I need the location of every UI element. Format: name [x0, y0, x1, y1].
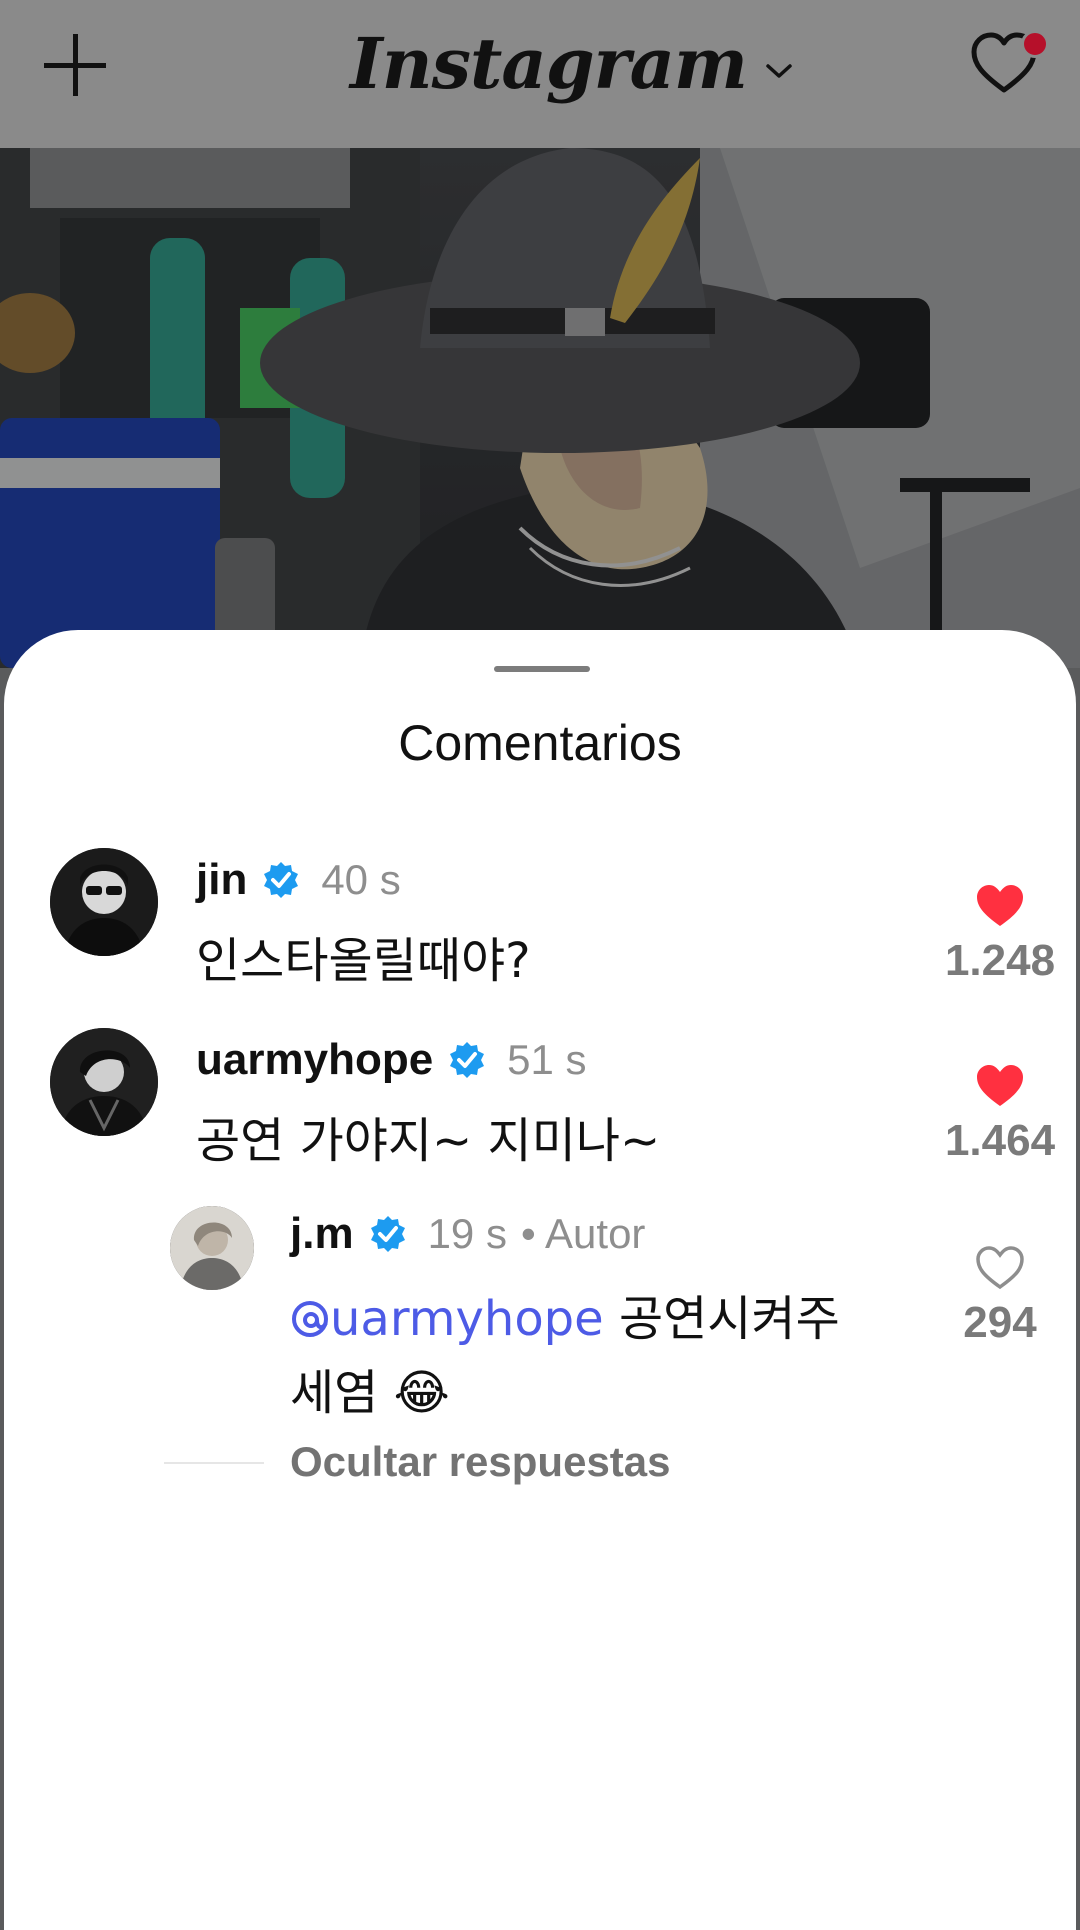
brand-switcher[interactable]: Instagram [350, 8, 793, 118]
chevron-down-icon [766, 64, 792, 78]
comment-header: jin 40 s [196, 848, 401, 912]
reply-header: j.m 19 s • Autor [290, 1202, 645, 1266]
comment-text: 공연 가야지~ 지미나~ [196, 1113, 661, 1169]
heart-filled-icon [977, 1065, 1023, 1106]
like-button[interactable]: 294 [930, 1246, 1070, 1348]
like-count: 1.248 [944, 936, 1056, 985]
hide-replies-button[interactable]: Ocultar respuestas [290, 1438, 671, 1486]
like-button[interactable]: 1.248 [930, 884, 1070, 986]
drag-handle[interactable] [494, 666, 590, 672]
like-count: 1.464 [944, 1116, 1056, 1165]
heart-filled-icon [977, 885, 1023, 926]
sheet-title: Comentarios [398, 715, 682, 771]
mention-link[interactable]: uarmyhope [290, 1291, 604, 1347]
author-tag: • Autor [520, 1210, 646, 1257]
verified-badge-icon [450, 1042, 485, 1078]
username[interactable]: jin [196, 855, 247, 905]
notification-dot [1021, 30, 1049, 58]
comment-header: uarmyhope 51 s [196, 1028, 587, 1092]
comment-text: 인스타올릴때야? [196, 933, 531, 989]
username[interactable]: uarmyhope [196, 1035, 433, 1085]
verified-badge-icon [264, 862, 299, 898]
post-image [0, 148, 1080, 668]
like-button[interactable]: 1.464 [930, 1064, 1070, 1166]
reply-text-line1: 공연시켜주 [618, 1291, 840, 1347]
username[interactable]: j.m [290, 1209, 354, 1259]
top-bar: Instagram [0, 0, 1080, 148]
mention-username: uarmyhope [330, 1291, 604, 1347]
reply-text-line2: 세염 😂 [290, 1365, 450, 1421]
comment-time: 51 s [507, 1036, 587, 1083]
comment-time: 40 s [321, 856, 401, 903]
like-count: 294 [963, 1298, 1037, 1347]
avatar[interactable] [50, 1028, 158, 1136]
reply-divider [164, 1462, 264, 1464]
comment-time: 19 s [427, 1210, 507, 1257]
comments-sheet: Comentarios jin 40 s 인스타올릴때야? 1.248 uarm… [4, 630, 1076, 1930]
instagram-logo: Instagram [350, 21, 748, 105]
avatar[interactable] [170, 1206, 254, 1290]
plus-icon[interactable] [44, 34, 106, 96]
verified-badge-icon [370, 1216, 405, 1252]
reply-text: uarmyhope 공연시켜주 세염 😂 [290, 1282, 930, 1430]
heart-outline-icon [976, 1246, 1024, 1290]
threads-icon [292, 1301, 328, 1337]
avatar[interactable] [50, 848, 158, 956]
